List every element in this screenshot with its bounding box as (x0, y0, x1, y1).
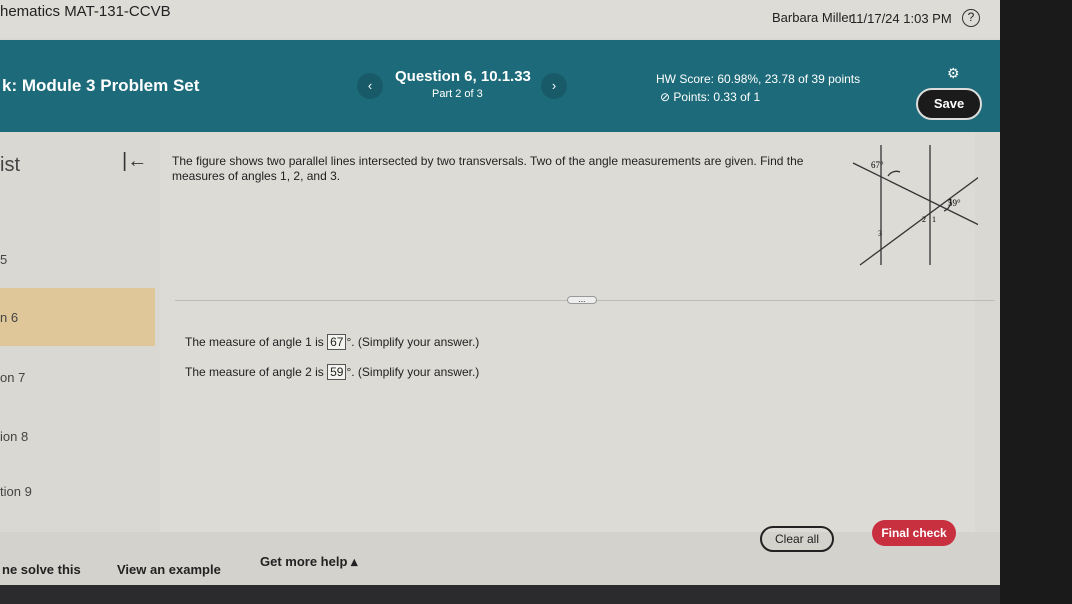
parallel-lines-figure: 67° 59° 1 2 3 (852, 145, 978, 266)
sidebar-highlight (0, 288, 155, 346)
sidebar-item[interactable]: on 7 (0, 370, 25, 385)
hw-score: HW Score: 60.98%, 23.78 of 39 points (656, 72, 861, 86)
partial-credit-icon: ⊘ (660, 90, 674, 104)
screen: hematics MAT-131-CCVB Barbara Miller 11/… (0, 0, 1000, 590)
next-question-button[interactable]: › (541, 73, 567, 99)
sidebar-item[interactable]: ion 8 (0, 429, 28, 444)
angle-label-3: 3 (878, 229, 882, 238)
angle2-input[interactable]: 59 (327, 364, 347, 380)
top-bar: hematics MAT-131-CCVB Barbara Miller 11/… (0, 0, 1000, 38)
angle-label-67: 67° (871, 160, 884, 170)
get-more-help-button[interactable]: Get more help ▴ (260, 554, 358, 570)
question-circle-icon[interactable]: ? (962, 9, 980, 27)
assignment-header: k: Module 3 Problem Set ‹ Question 6, 10… (0, 40, 1000, 132)
angle1-input[interactable]: 67 (327, 334, 347, 350)
previous-question-button[interactable]: ‹ (357, 73, 383, 99)
gear-icon[interactable]: ⚙ (947, 65, 960, 82)
question-title: Question 6, 10.1.33 (395, 68, 531, 85)
angle-label-59: 59° (948, 198, 961, 208)
taskbar (0, 585, 1000, 604)
angle-label-1: 1 (932, 215, 936, 224)
user-name[interactable]: Barbara Miller (772, 10, 853, 25)
final-check-button[interactable]: Final check (872, 520, 956, 546)
datetime: 11/17/24 1:03 PM (850, 11, 952, 26)
sidebar-item[interactable]: 5 (0, 252, 7, 267)
question-prompt: The figure shows two parallel lines inte… (172, 154, 804, 183)
view-example-button[interactable]: View an example (117, 562, 221, 577)
collapse-icon[interactable]: |← (122, 150, 147, 173)
angle-label-2: 2 (922, 215, 926, 224)
footer-bar: ne solve this View an example Get more h… (0, 520, 1000, 590)
transversal-1 (852, 162, 978, 226)
answer-row-2: The measure of angle 2 is 59 °. (Simplify… (185, 364, 480, 380)
course-title: hematics MAT-131-CCVB (0, 3, 171, 20)
points: ⊘ Points: 0.33 of 1 (660, 90, 761, 104)
transversal-2 (859, 176, 978, 266)
expand-button[interactable]: ... (567, 296, 597, 304)
answer-row-1: The measure of angle 1 is 67 °. (Simplify… (185, 334, 480, 350)
question-list: ist 5 n 6 on 7 ion 8 tion 9 (0, 132, 160, 552)
save-button[interactable]: Save (916, 88, 982, 120)
sidebar-item[interactable]: tion 9 (0, 484, 32, 499)
homework-title: k: Module 3 Problem Set (2, 76, 200, 95)
help-me-solve-button[interactable]: ne solve this (2, 562, 81, 577)
sidebar-item-current[interactable]: n 6 (0, 310, 18, 325)
sidebar-title: ist (0, 154, 20, 176)
clear-all-button[interactable]: Clear all (760, 526, 834, 552)
part-indicator: Part 2 of 3 (432, 88, 483, 100)
